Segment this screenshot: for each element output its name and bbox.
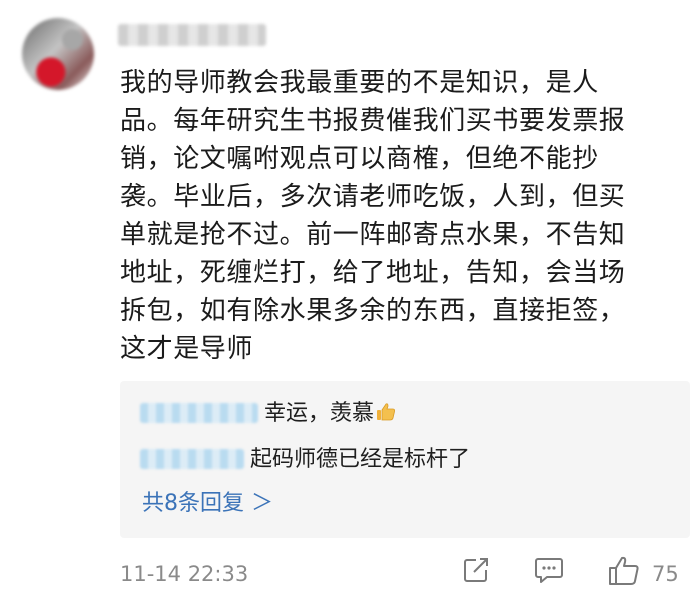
- thumbs-up-icon: [377, 403, 396, 421]
- comment-timestamp: 11-14 22:33: [120, 562, 249, 586]
- like-count: 75: [652, 562, 679, 586]
- username-blurred[interactable]: [118, 24, 266, 46]
- reply-author-blurred[interactable]: [140, 403, 258, 423]
- reply-text: 起码师德已经是标杆了: [250, 447, 471, 472]
- avatar[interactable]: [22, 18, 94, 90]
- comment-text: 我的导师教会我最重要的不是知识，是人 品。每年研究生书报费催我们买书要发票报 销…: [120, 68, 626, 364]
- reply-author-blurred[interactable]: [140, 449, 244, 469]
- comment-icon[interactable]: [534, 556, 564, 584]
- reply-item[interactable]: 起码师德已经是标杆了: [140, 445, 470, 475]
- like-icon[interactable]: [608, 556, 640, 586]
- reply-item[interactable]: 幸运，羡慕: [140, 399, 396, 429]
- share-icon[interactable]: [462, 556, 490, 584]
- reply-text: 幸运，羡慕: [264, 401, 375, 426]
- more-replies-link[interactable]: 共8条回复 ＞: [142, 490, 273, 518]
